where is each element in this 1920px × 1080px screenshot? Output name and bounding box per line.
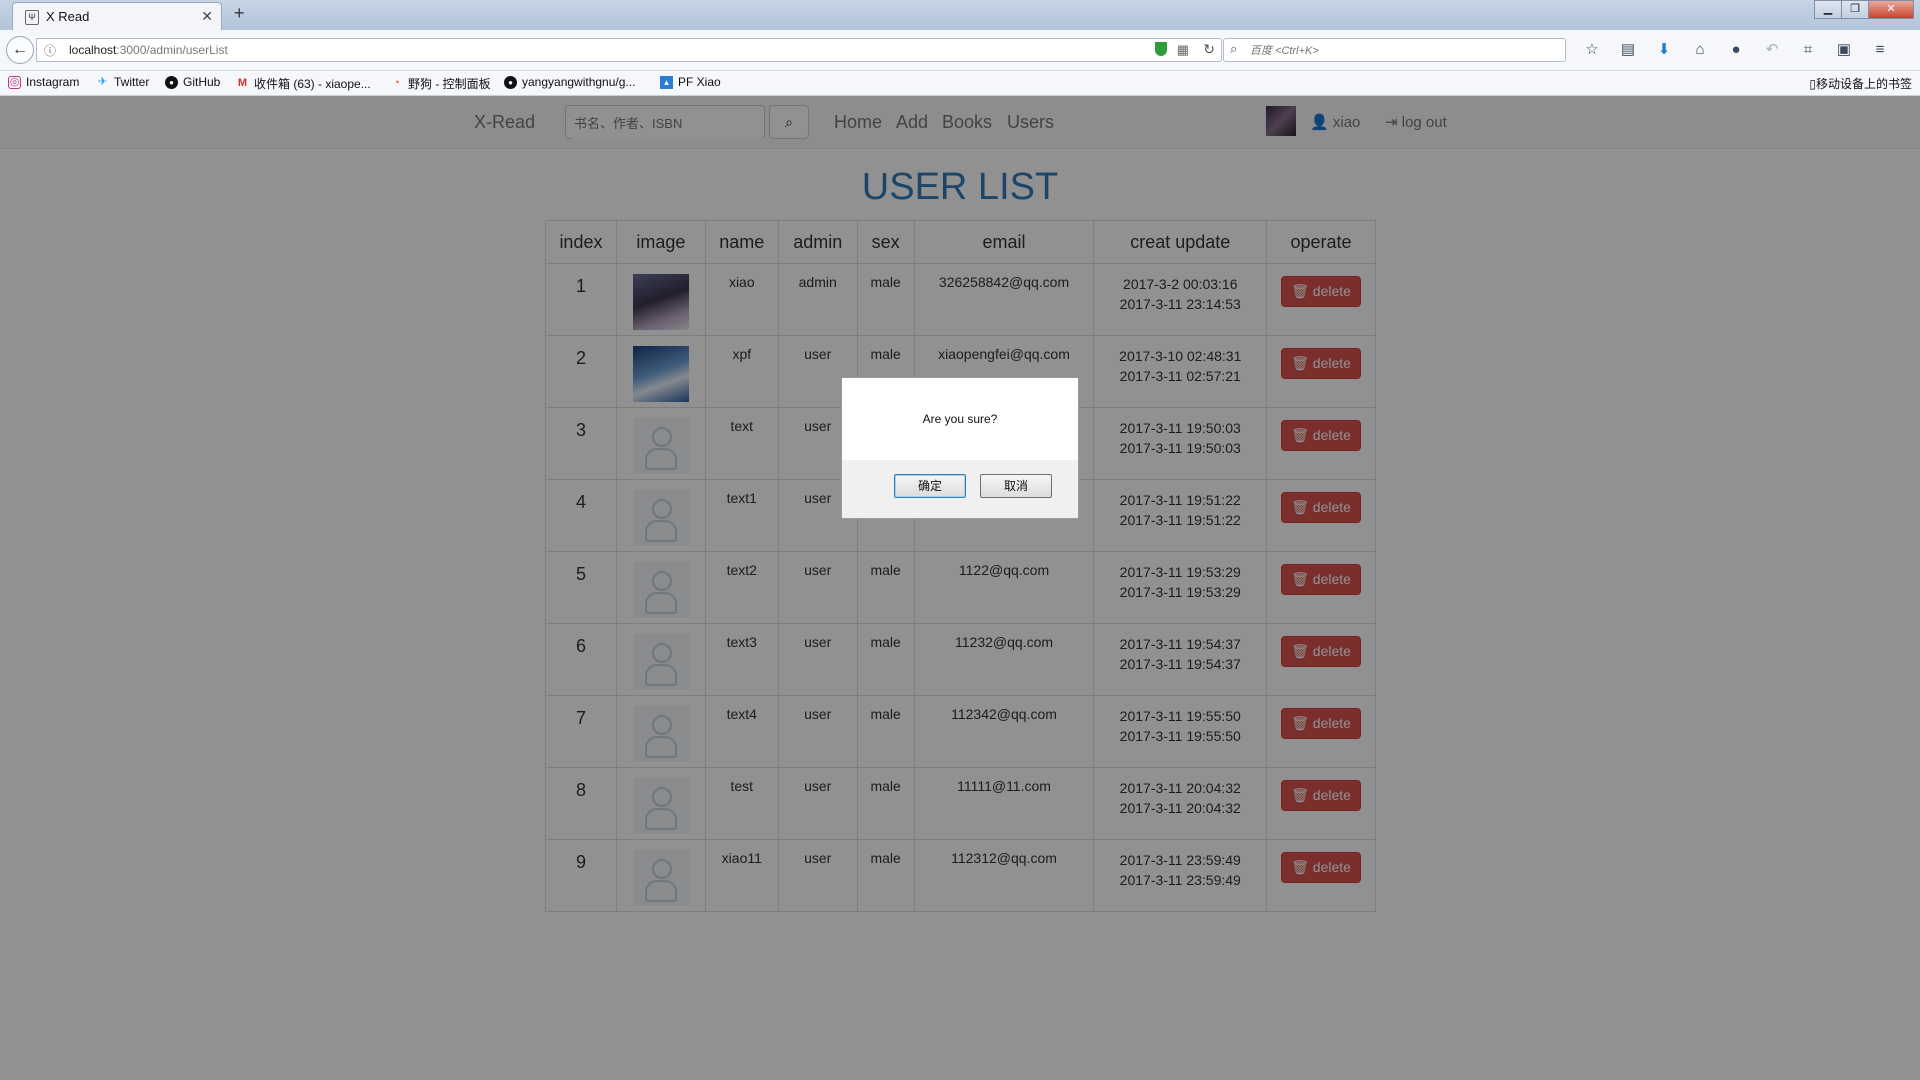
bookmarks-bar: ◎ Instagram ✈ Twitter ● GitHub M 收件箱 (63) - … bbox=[0, 71, 1920, 96]
browser-nav-bar: ← ⓘ localhost:3000/admin/userList ▦ ↻ ⌕ … bbox=[0, 30, 1920, 71]
new-tab-icon[interactable]: + bbox=[234, 3, 245, 24]
mobile-bookmarks[interactable]: ▯移动设备上的书签 bbox=[1809, 75, 1912, 92]
bookmark-item[interactable]: ✈ Twitter bbox=[96, 75, 149, 89]
bookmark-item[interactable]: ● yangyangwithgnu/g... bbox=[504, 75, 635, 89]
minimize-icon[interactable]: ▁ bbox=[1814, 0, 1842, 19]
picture-icon: ▴ bbox=[660, 75, 673, 89]
window-controls: ▁ ❐ ✕ bbox=[1814, 0, 1914, 19]
address-url[interactable]: localhost:3000/admin/userList bbox=[69, 43, 228, 57]
restore-icon[interactable]: ❐ bbox=[1841, 0, 1869, 19]
gmail-icon: M bbox=[237, 77, 248, 89]
mobile-bookmarks-label: 移动设备上的书签 bbox=[1815, 77, 1912, 91]
tab-favicon-icon: Ψ bbox=[25, 10, 39, 25]
bookmark-label: 收件箱 (63) - xiaope... bbox=[254, 77, 371, 91]
crop-icon[interactable]: ⌗ bbox=[1794, 38, 1822, 62]
bookmark-label: Twitter bbox=[114, 75, 150, 89]
wilddog-icon: ◔ bbox=[393, 77, 400, 89]
tab-title: X Read bbox=[46, 9, 90, 24]
home-icon[interactable]: ⌂ bbox=[1686, 38, 1714, 62]
back-arrow-icon[interactable]: ← bbox=[6, 36, 34, 64]
browser-toolbar: ☆ ▤ ⬇ ⌂ ● ↶ ⌗ ▣ ≡ bbox=[1578, 38, 1902, 62]
cancel-button[interactable]: 取消 bbox=[980, 474, 1052, 498]
bookmark-item[interactable]: ◔ 野狗 - 控制面板 bbox=[390, 75, 491, 92]
dialog-footer: 确定 取消 bbox=[842, 460, 1078, 518]
bookmark-item[interactable]: ▴ PF Xiao bbox=[660, 75, 721, 89]
bookmark-label: GitHub bbox=[183, 75, 221, 89]
url-host: localhost bbox=[69, 43, 117, 57]
ok-button[interactable]: 确定 bbox=[894, 474, 966, 498]
undo-icon[interactable]: ↶ bbox=[1758, 38, 1786, 62]
browser-search-input[interactable] bbox=[1248, 41, 1552, 61]
instagram-icon: ◎ bbox=[8, 75, 21, 89]
search-icon: ⌕ bbox=[1230, 41, 1238, 56]
reload-icon[interactable]: ↻ bbox=[1203, 41, 1215, 58]
bookmark-star-icon[interactable]: ☆ bbox=[1578, 38, 1606, 62]
shield-icon[interactable] bbox=[1155, 42, 1167, 56]
bookmark-item[interactable]: ● GitHub bbox=[165, 75, 220, 89]
bookmark-label: PF Xiao bbox=[678, 75, 721, 89]
twitter-icon: ✈ bbox=[97, 75, 108, 88]
browser-tab-bar: Ψ X Read ✕ + ▁ ❐ ✕ bbox=[0, 0, 1920, 30]
download-icon[interactable]: ⬇ bbox=[1650, 38, 1678, 62]
tab-close-icon[interactable]: ✕ bbox=[201, 8, 213, 25]
github-icon: ● bbox=[165, 75, 178, 89]
address-bar[interactable]: ⓘ localhost:3000/admin/userList ▦ ↻ bbox=[36, 38, 1222, 62]
bookmark-label: Instagram bbox=[26, 75, 80, 89]
reading-list-icon[interactable]: ▤ bbox=[1614, 38, 1642, 62]
github-icon: ● bbox=[504, 75, 517, 89]
browser-search-box[interactable]: ⌕ bbox=[1223, 38, 1566, 62]
window-close-icon[interactable]: ✕ bbox=[1868, 0, 1914, 19]
bookmark-label: 野狗 - 控制面板 bbox=[408, 77, 491, 91]
bookmark-item[interactable]: M 收件箱 (63) - xiaope... bbox=[236, 75, 371, 92]
qr-code-icon[interactable]: ▦ bbox=[1177, 42, 1189, 58]
dialog-message: Are you sure? bbox=[922, 412, 998, 426]
menu-icon[interactable]: ≡ bbox=[1866, 38, 1894, 62]
bookmark-label: yangyangwithgnu/g... bbox=[522, 75, 636, 89]
modal-overlay bbox=[0, 96, 1920, 1080]
screenshot-icon[interactable]: ▣ bbox=[1830, 38, 1858, 62]
bookmark-item[interactable]: ◎ Instagram bbox=[8, 75, 79, 89]
confirm-dialog: Are you sure? 确定 取消 bbox=[841, 377, 1079, 519]
site-info-icon[interactable]: ⓘ bbox=[44, 42, 56, 59]
mobile-device-icon: ▯ bbox=[1809, 77, 1816, 91]
chat-icon[interactable]: ● bbox=[1722, 38, 1750, 62]
url-path: :3000/admin/userList bbox=[116, 43, 228, 57]
browser-tab[interactable]: Ψ X Read ✕ bbox=[12, 2, 222, 30]
